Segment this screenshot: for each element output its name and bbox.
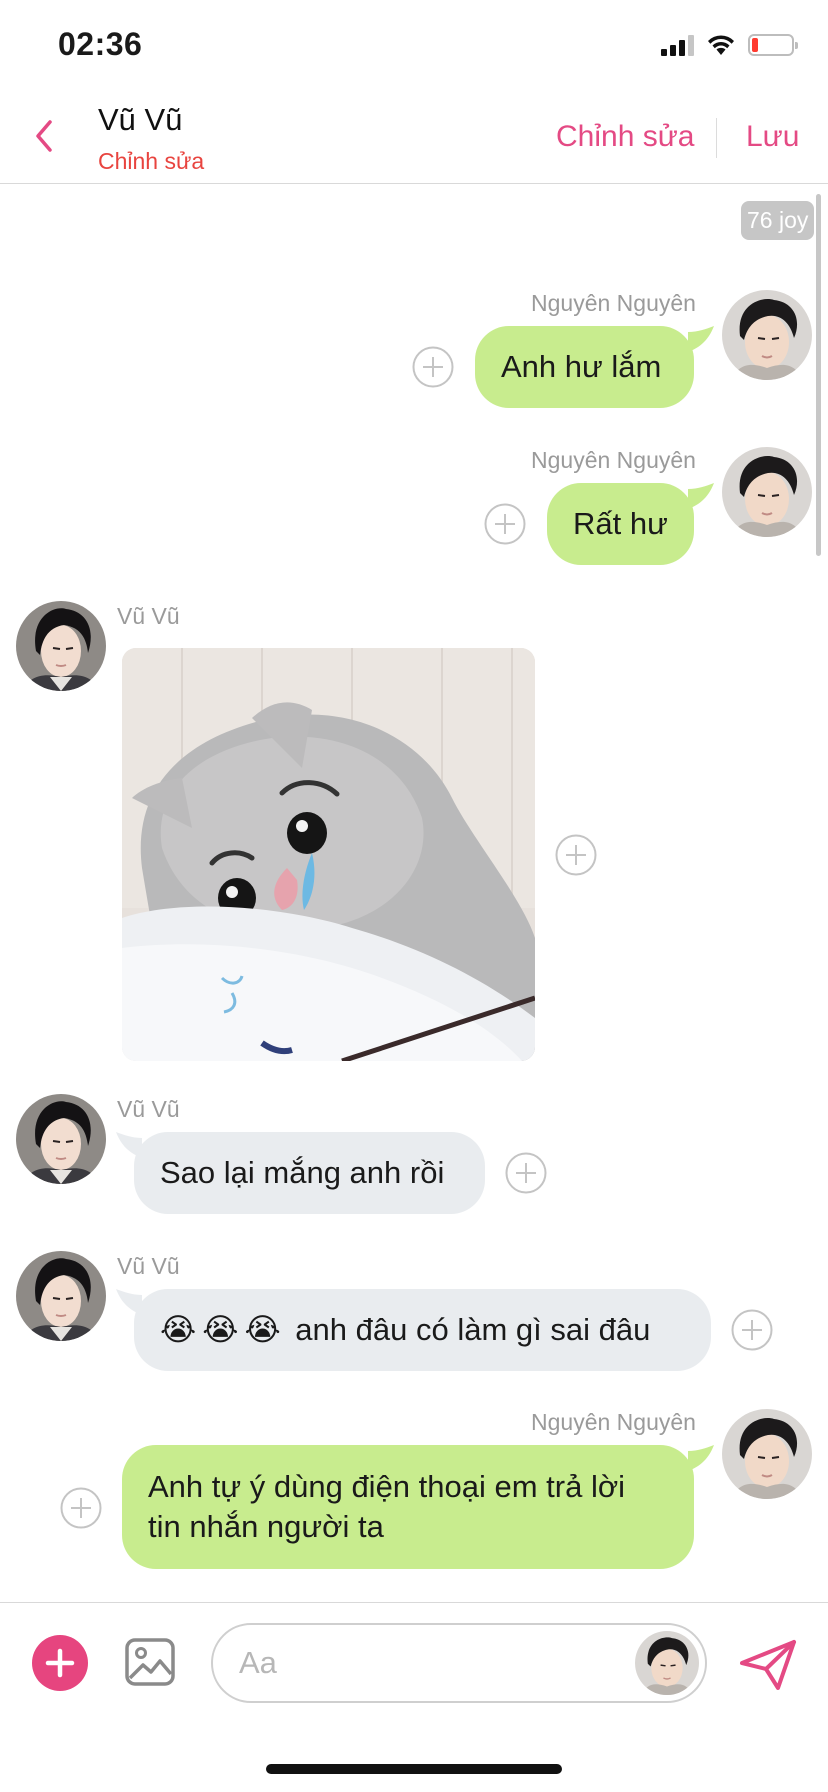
avatar[interactable] [722, 447, 812, 537]
message-input[interactable] [239, 1643, 619, 1683]
plus-circle-icon [45, 1648, 75, 1678]
message-text: Rất hư [573, 506, 668, 541]
battery-icon [748, 34, 798, 56]
avatar[interactable] [722, 1409, 812, 1499]
message-text: anh đâu có làm gì sai đâu [295, 1312, 651, 1347]
chat-title: Vũ Vũ [98, 102, 183, 137]
joy-badge: 76 joy [741, 201, 815, 240]
edit-button[interactable]: Chỉnh sửa [556, 120, 695, 154]
add-reaction-icon[interactable] [505, 1152, 547, 1194]
add-reaction-icon[interactable] [412, 346, 454, 388]
message-text-line: Anh tự ý dùng điện thoại em trả lời [148, 1469, 626, 1504]
avatar[interactable] [722, 290, 812, 380]
add-reaction-icon[interactable] [731, 1309, 773, 1351]
scrollbar[interactable] [816, 194, 821, 556]
sender-name: Vũ Vũ [117, 603, 180, 629]
header-divider [716, 118, 717, 158]
send-icon[interactable] [738, 1639, 798, 1691]
sender-name: Nguyên Nguyên [531, 1409, 696, 1435]
add-reaction-icon[interactable] [555, 834, 597, 876]
message-text: Sao lại mắng anh rồi [160, 1155, 445, 1190]
avatar[interactable] [16, 601, 106, 691]
message-input-wrapper [211, 1623, 707, 1703]
back-chevron-icon[interactable] [24, 112, 64, 160]
message-text-line: tin nhắn người ta [148, 1509, 384, 1544]
status-time: 02:36 [58, 26, 143, 62]
message-bubble[interactable]: Sao lại mắng anh rồi [134, 1132, 485, 1214]
chat-header: Vũ Vũ Chỉnh sửa Chỉnh sửa Lưu [0, 90, 828, 184]
battery-level [752, 38, 758, 52]
crying-cat-image[interactable] [122, 648, 535, 1061]
avatar[interactable] [16, 1094, 106, 1184]
message-bubble[interactable]: Anh hư lắm [475, 326, 694, 408]
wifi-icon [708, 35, 734, 55]
add-button[interactable] [32, 1635, 88, 1691]
message-text: Anh hư lắm [501, 349, 662, 384]
message-bubble[interactable]: Anh tự ý dùng điện thoại em trả lời tin … [122, 1445, 694, 1569]
save-button[interactable]: Lưu [746, 120, 799, 154]
home-indicator[interactable] [266, 1764, 562, 1774]
signal-icon [661, 34, 694, 56]
message-bubble[interactable]: 😭😭😭 anh đâu có làm gì sai đâu [134, 1289, 711, 1371]
chat-subtitle[interactable]: Chỉnh sửa [98, 148, 204, 175]
image-icon[interactable] [124, 1637, 176, 1687]
message-bubble[interactable]: Rất hư [547, 483, 694, 565]
add-reaction-icon[interactable] [60, 1487, 102, 1529]
sender-name: Vũ Vũ [117, 1253, 180, 1279]
sender-name: Nguyên Nguyên [531, 447, 696, 473]
avatar[interactable] [16, 1251, 106, 1341]
sender-avatar-switch[interactable] [635, 1631, 699, 1695]
chat-screen: 02:36 Vũ Vũ Chỉnh sửa Chỉnh sửa Lưu 76 j… [0, 0, 828, 1792]
crying-emoji: 😭😭😭 [160, 1312, 287, 1347]
add-reaction-icon[interactable] [484, 503, 526, 545]
sender-name: Vũ Vũ [117, 1096, 180, 1122]
status-icons [661, 34, 798, 56]
message-composer [0, 1602, 828, 1724]
sender-name: Nguyên Nguyên [531, 290, 696, 316]
